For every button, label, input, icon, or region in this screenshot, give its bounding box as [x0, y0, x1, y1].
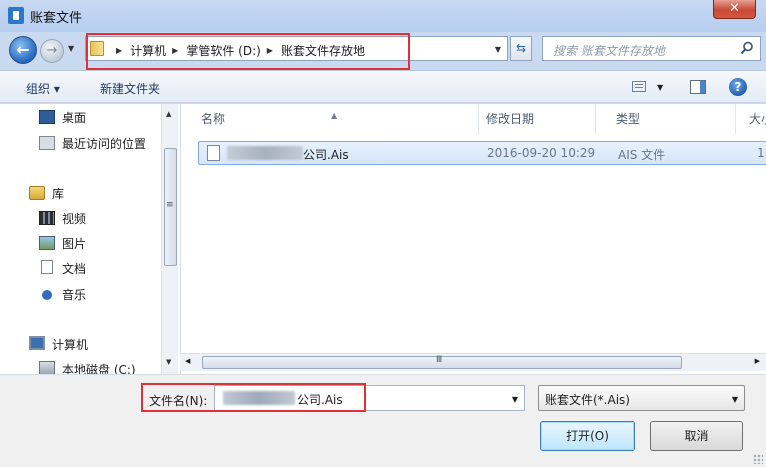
- cancel-button[interactable]: 取消: [650, 421, 743, 451]
- nav-scrollbar[interactable]: ▲ ≡ ▼: [161, 104, 178, 374]
- file-name: 公司.Ais: [303, 148, 349, 162]
- scroll-grip-icon: ≡: [166, 200, 174, 210]
- scroll-down-icon[interactable]: ▼: [166, 358, 171, 366]
- nav-item-pictures[interactable]: 图片: [62, 235, 86, 252]
- music-icon: [42, 290, 52, 300]
- file-list-hscrollbar[interactable]: ◀ Ⅲ ▶: [180, 353, 766, 371]
- nav-item-documents[interactable]: 文档: [62, 260, 86, 277]
- file-list: ▲ 名称 修改日期 类型 大小 公司.Ais 2016-09-20 10:29 …: [180, 104, 766, 374]
- address-dropdown-icon[interactable]: ▼: [495, 45, 501, 54]
- navigation-pane: 桌面 最近访问的位置 库 视频 图片 文档 音乐 计算机 本地磁盘 (C:): [0, 104, 180, 374]
- recent-places-icon: [39, 136, 55, 150]
- dialog-footer: 文件名(N): 公司.Ais ▼ 账套文件(*.Ais) ▼ 打开(O) 取消: [0, 374, 766, 467]
- nav-item-local-disk[interactable]: 本地磁盘 (C:): [62, 361, 136, 374]
- filename-dropdown-icon[interactable]: ▼: [512, 395, 518, 404]
- nav-item-library[interactable]: 库: [52, 185, 64, 202]
- search-icon[interactable]: [740, 41, 754, 55]
- file-type: AIS 文件: [618, 148, 666, 162]
- new-folder-button[interactable]: 新建文件夹: [100, 80, 160, 97]
- sort-caret-icon: ▲: [331, 111, 338, 120]
- nav-item-music[interactable]: 音乐: [62, 286, 86, 303]
- column-header-name[interactable]: ▲ 名称: [181, 104, 479, 134]
- nav-item-desktop[interactable]: 桌面: [62, 109, 86, 126]
- nav-item-video[interactable]: 视频: [62, 210, 86, 227]
- file-type-filter-value: 账套文件(*.Ais): [545, 393, 630, 407]
- search-placeholder: 搜索 账套文件存放地: [553, 44, 665, 58]
- filter-dropdown-icon[interactable]: ▼: [732, 395, 738, 404]
- column-header-type[interactable]: 类型: [596, 104, 736, 134]
- hscroll-grip-icon: Ⅲ: [436, 355, 443, 365]
- video-icon: [39, 211, 55, 225]
- column-header-size[interactable]: 大小: [729, 104, 766, 134]
- file-type-filter-select[interactable]: 账套文件(*.Ais) ▼: [538, 385, 745, 411]
- scroll-right-icon[interactable]: ▶: [755, 357, 760, 365]
- back-arrow-icon[interactable]: ←: [9, 36, 37, 64]
- file-size: 1: [757, 146, 765, 160]
- scroll-up-icon[interactable]: ▲: [166, 110, 171, 118]
- pictures-icon: [39, 236, 55, 250]
- refresh-icon[interactable]: ⇆: [510, 36, 532, 61]
- window-title: 账套文件: [30, 11, 83, 26]
- nav-item-recent[interactable]: 最近访问的位置: [62, 135, 146, 152]
- view-options-icon[interactable]: [632, 81, 646, 92]
- address-highlight-box: [86, 33, 410, 70]
- column-header-modified[interactable]: 修改日期: [466, 104, 596, 134]
- app-icon: [8, 7, 24, 24]
- organize-button[interactable]: 组织 ▾: [26, 80, 60, 97]
- redacted-name-blur: [227, 146, 303, 160]
- library-icon: [29, 186, 45, 200]
- file-modified: 2016-09-20 10:29: [487, 146, 596, 160]
- local-disk-icon: [39, 361, 55, 374]
- scroll-left-icon[interactable]: ◀: [185, 357, 190, 365]
- filename-highlight-box: [141, 383, 366, 412]
- help-icon[interactable]: ?: [729, 78, 747, 96]
- view-dropdown-icon[interactable]: ▼: [657, 83, 663, 92]
- recent-pages-chevron-icon[interactable]: ▼: [68, 44, 74, 53]
- close-button[interactable]: ✕: [713, 0, 756, 19]
- documents-icon: [41, 260, 53, 274]
- search-input[interactable]: 搜索 账套文件存放地: [542, 36, 761, 61]
- file-icon: [207, 145, 220, 161]
- desktop-icon: [39, 110, 55, 124]
- forward-arrow-icon[interactable]: →: [40, 39, 64, 63]
- table-row[interactable]: 公司.Ais 2016-09-20 10:29 AIS 文件 1: [198, 141, 766, 165]
- resize-grip-icon[interactable]: [753, 454, 763, 464]
- open-button[interactable]: 打开(O): [540, 421, 635, 451]
- computer-icon: [29, 336, 45, 350]
- preview-pane-icon[interactable]: [690, 80, 706, 94]
- nav-item-computer[interactable]: 计算机: [52, 336, 88, 353]
- toolbar: 组织 ▾ 新建文件夹 ▼ ?: [0, 70, 766, 103]
- title-bar: 账套文件 ✕: [0, 0, 766, 32]
